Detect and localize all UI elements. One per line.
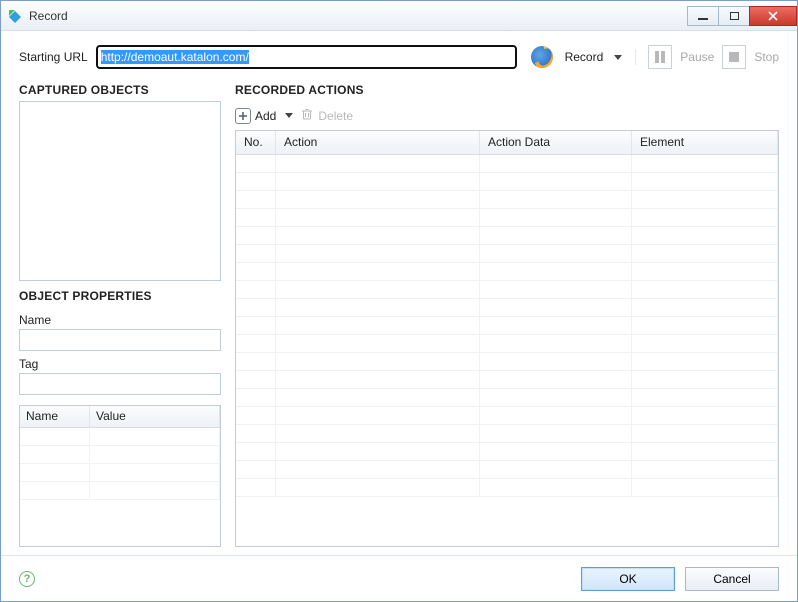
delete-label: Delete xyxy=(318,109,353,123)
properties-table[interactable]: Name Value xyxy=(19,405,221,547)
minimize-button[interactable] xyxy=(687,6,719,26)
window-title: Record xyxy=(29,9,68,23)
record-button[interactable]: Record xyxy=(565,50,604,64)
property-name-label: Name xyxy=(19,313,221,327)
actions-table-body xyxy=(236,155,778,546)
properties-table-body xyxy=(20,428,220,546)
stop-icon xyxy=(729,52,739,62)
katalon-logo-icon xyxy=(7,8,23,24)
stop-label: Stop xyxy=(754,50,779,64)
pause-button[interactable] xyxy=(648,45,672,69)
trash-icon xyxy=(300,107,314,124)
col-name[interactable]: Name xyxy=(20,406,90,427)
col-action-data[interactable]: Action Data xyxy=(480,131,632,154)
stop-button[interactable] xyxy=(722,45,746,69)
delete-action-button[interactable]: Delete xyxy=(300,107,353,124)
close-button[interactable] xyxy=(749,6,797,26)
separator xyxy=(635,49,636,65)
starting-url-label: Starting URL xyxy=(19,50,88,64)
firefox-icon xyxy=(531,46,553,68)
col-element[interactable]: Element xyxy=(632,131,778,154)
actions-table-header: No. Action Action Data Element xyxy=(236,131,778,155)
object-properties-heading: OBJECT PROPERTIES xyxy=(19,289,221,303)
actions-toolbar: Add Delete xyxy=(235,107,779,124)
property-name-input[interactable] xyxy=(19,329,221,351)
add-label: Add xyxy=(255,109,276,123)
pause-label: Pause xyxy=(680,50,714,64)
titlebar: Record xyxy=(1,1,797,31)
captured-objects-heading: CAPTURED OBJECTS xyxy=(19,83,221,97)
plus-icon xyxy=(235,108,251,124)
maximize-button[interactable] xyxy=(718,6,750,26)
property-tag-label: Tag xyxy=(19,357,221,371)
left-column: CAPTURED OBJECTS OBJECT PROPERTIES Name … xyxy=(19,77,221,547)
actions-table[interactable]: No. Action Action Data Element xyxy=(235,130,779,547)
help-icon[interactable]: ? xyxy=(19,571,35,587)
window-controls xyxy=(688,6,797,26)
captured-objects-tree[interactable] xyxy=(19,101,221,281)
add-dropdown[interactable] xyxy=(284,111,294,121)
col-value[interactable]: Value xyxy=(90,406,220,427)
dialog-body: CAPTURED OBJECTS OBJECT PROPERTIES Name … xyxy=(1,77,797,555)
pause-icon xyxy=(655,51,665,63)
property-tag-input[interactable] xyxy=(19,373,221,395)
record-dialog: Record Starting URL Record Pause Stop CA… xyxy=(0,0,798,602)
record-dropdown[interactable] xyxy=(613,52,623,62)
dialog-footer: ? OK Cancel xyxy=(1,555,797,601)
properties-table-header: Name Value xyxy=(20,406,220,428)
starting-url-input[interactable] xyxy=(96,45,517,69)
add-action-button[interactable]: Add xyxy=(235,108,276,124)
col-no[interactable]: No. xyxy=(236,131,276,154)
right-column: RECORDED ACTIONS Add Delete No. Action A… xyxy=(235,77,779,547)
col-action[interactable]: Action xyxy=(276,131,480,154)
toolbar: Starting URL Record Pause Stop xyxy=(1,31,797,77)
cancel-button[interactable]: Cancel xyxy=(685,567,779,591)
ok-button[interactable]: OK xyxy=(581,567,675,591)
recorded-actions-heading: RECORDED ACTIONS xyxy=(235,83,779,97)
